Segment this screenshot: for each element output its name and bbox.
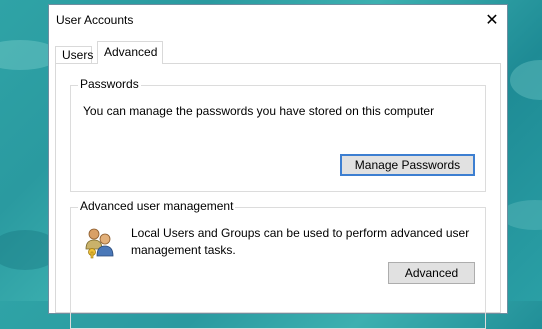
manage-passwords-button[interactable]: Manage Passwords: [340, 154, 475, 176]
users-groups-icon: [83, 225, 117, 259]
user-accounts-window: User Accounts ✕ Users Advanced Passwords…: [48, 4, 508, 329]
title-bar: User Accounts ✕: [49, 5, 507, 35]
advanced-user-management-group: Advanced user management Local Users and…: [70, 199, 486, 329]
advanced-user-management-group-label: Advanced user management: [78, 199, 236, 213]
tab-users[interactable]: Users: [55, 46, 93, 63]
advanced-button[interactable]: Advanced: [388, 262, 475, 284]
tab-advanced[interactable]: Advanced: [97, 41, 163, 64]
close-icon: ✕: [485, 12, 499, 29]
passwords-group: Passwords You can manage the passwords y…: [70, 77, 486, 192]
window-title: User Accounts: [56, 13, 134, 27]
passwords-description: You can manage the passwords you have st…: [83, 104, 435, 118]
tab-panel-advanced: Passwords You can manage the passwords y…: [55, 63, 501, 329]
advanced-user-management-description: Local Users and Groups can be used to pe…: [131, 226, 470, 257]
close-button[interactable]: ✕: [477, 5, 507, 35]
passwords-group-label: Passwords: [78, 77, 141, 91]
